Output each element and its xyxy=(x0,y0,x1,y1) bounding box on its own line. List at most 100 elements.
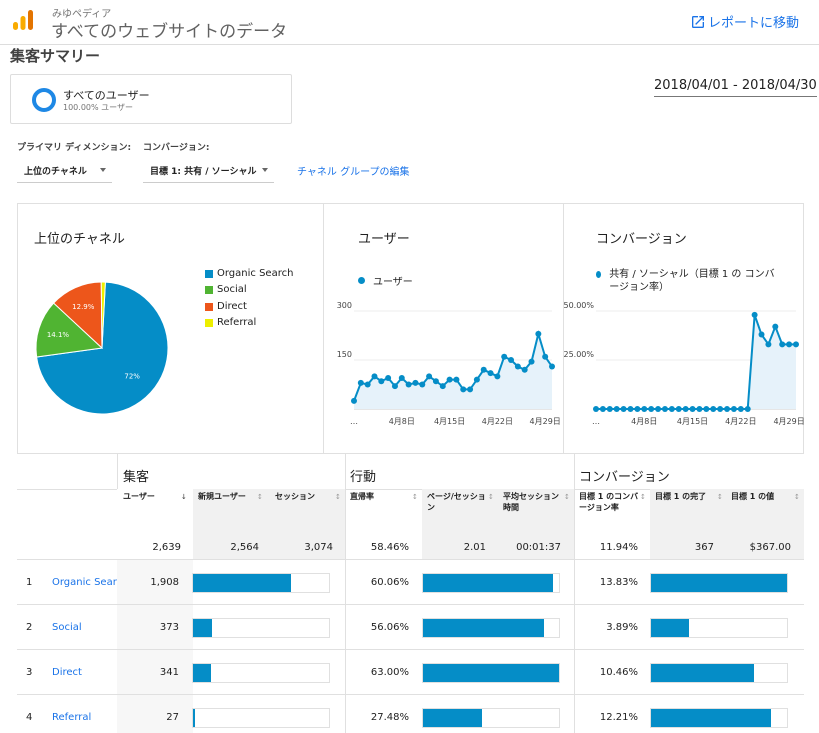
data-point[interactable] xyxy=(724,406,731,412)
data-point[interactable] xyxy=(549,363,555,370)
data-point[interactable] xyxy=(508,357,515,363)
data-point[interactable] xyxy=(606,406,613,412)
data-point[interactable] xyxy=(378,378,385,385)
data-point[interactable] xyxy=(439,383,446,390)
data-point[interactable] xyxy=(398,374,405,381)
date-range-picker[interactable]: 2018/04/01 - 2018/04/30 xyxy=(654,78,817,97)
col-header-goal-completions[interactable]: 目標 1 の完了 xyxy=(655,491,713,502)
legend-item-social[interactable]: Social xyxy=(205,284,247,295)
data-point[interactable] xyxy=(501,353,508,360)
data-point[interactable] xyxy=(446,376,453,383)
data-point[interactable] xyxy=(627,406,634,412)
data-point[interactable] xyxy=(772,323,779,330)
col-header-sessions[interactable]: セッション xyxy=(275,491,335,502)
data-point[interactable] xyxy=(668,406,675,412)
data-point[interactable] xyxy=(689,406,696,412)
data-point[interactable] xyxy=(744,406,751,412)
data-point[interactable] xyxy=(786,341,793,348)
data-point[interactable] xyxy=(641,406,648,412)
data-point[interactable] xyxy=(487,370,494,377)
data-point[interactable] xyxy=(460,386,467,393)
data-point[interactable] xyxy=(599,406,606,412)
analytics-logo-icon[interactable] xyxy=(12,9,34,31)
sort-icon[interactable]: ↕ xyxy=(794,493,800,501)
col-header-avg-session-duration[interactable]: 平均セッション時間 xyxy=(503,491,563,513)
data-point[interactable] xyxy=(514,363,521,370)
data-point[interactable] xyxy=(655,406,662,412)
data-point[interactable] xyxy=(419,381,426,388)
data-point[interactable] xyxy=(751,311,758,318)
data-point[interactable] xyxy=(521,366,528,373)
data-point[interactable] xyxy=(613,406,620,412)
col-header-pages-per-session[interactable]: ページ/セッション xyxy=(427,491,487,513)
primary-dimension-select[interactable]: 上位のチャネル xyxy=(17,159,112,183)
open-in-new-icon xyxy=(692,15,704,28)
data-point[interactable] xyxy=(717,406,724,412)
legend-item-direct[interactable]: Direct xyxy=(205,301,247,312)
data-point[interactable] xyxy=(593,406,599,412)
data-point[interactable] xyxy=(535,330,542,337)
sort-desc-icon[interactable]: ↓ xyxy=(181,493,187,501)
data-point[interactable] xyxy=(696,406,703,412)
data-point[interactable] xyxy=(480,366,487,373)
data-point[interactable] xyxy=(426,373,433,380)
sort-icon[interactable]: ↕ xyxy=(488,493,494,501)
data-point[interactable] xyxy=(364,381,371,388)
data-point[interactable] xyxy=(648,406,655,412)
data-point[interactable] xyxy=(357,379,364,386)
pie-chart[interactable]: 72% 14.1% 12.9% xyxy=(18,264,178,424)
sort-icon[interactable]: ↕ xyxy=(335,493,341,501)
users-line-chart[interactable]: 150 300 … 4月8日 4月15日 4月22日 4月29日 xyxy=(328,299,561,434)
data-point[interactable] xyxy=(494,373,501,380)
data-point[interactable] xyxy=(620,406,627,412)
data-point[interactable] xyxy=(412,379,419,386)
data-point[interactable] xyxy=(432,378,439,385)
users-legend[interactable]: ユーザー xyxy=(358,273,413,288)
edit-channel-group-link[interactable]: チャネル グループの編集 xyxy=(297,163,409,178)
sort-icon[interactable]: ↕ xyxy=(640,493,646,501)
data-point[interactable] xyxy=(682,406,689,412)
col-header-bounce-rate[interactable]: 直帰率 xyxy=(350,491,410,502)
data-point[interactable] xyxy=(467,386,474,393)
conversion-select[interactable]: 目標 1: 共有 / ソーシャル xyxy=(143,159,274,183)
data-point[interactable] xyxy=(765,341,772,348)
legend-item-organic-search[interactable]: Organic Search xyxy=(205,268,293,279)
sort-icon[interactable]: ↕ xyxy=(257,493,263,501)
data-point[interactable] xyxy=(371,373,378,380)
data-point[interactable] xyxy=(391,383,398,390)
data-point[interactable] xyxy=(730,406,737,412)
conversion-legend[interactable]: 共有 / ソーシャル（目標 1 の コンバージョン率） xyxy=(596,268,776,294)
channel-link[interactable]: Social xyxy=(52,622,117,633)
data-point[interactable] xyxy=(661,406,668,412)
data-point[interactable] xyxy=(528,358,535,365)
data-point[interactable] xyxy=(675,406,682,412)
data-point[interactable] xyxy=(385,374,392,381)
data-point[interactable] xyxy=(453,376,460,383)
view-selector[interactable]: すべてのウェブサイトのデータ xyxy=(51,17,287,42)
data-point[interactable] xyxy=(542,353,549,360)
legend-item-referral[interactable]: Referral xyxy=(205,317,256,328)
data-point[interactable] xyxy=(351,397,357,404)
sort-icon[interactable]: ↕ xyxy=(564,493,570,501)
col-header-users[interactable]: ユーザー xyxy=(123,491,183,502)
conversion-line-chart[interactable]: 25.00% 50.00% … 4月8日 4月15日 4月22日 4月29日 xyxy=(563,299,804,434)
channel-link[interactable]: Direct xyxy=(52,667,117,678)
segment-card[interactable]: すべてのユーザー 100.00% ユーザー xyxy=(10,74,292,124)
data-point[interactable] xyxy=(634,406,641,412)
channel-link[interactable]: Organic Search xyxy=(52,577,117,588)
sort-icon[interactable]: ↕ xyxy=(412,493,418,501)
data-point[interactable] xyxy=(405,381,412,388)
col-header-goal-conversion-rate[interactable]: 目標 1 のコンバージョン率 xyxy=(579,491,639,513)
data-point[interactable] xyxy=(793,341,799,348)
data-point[interactable] xyxy=(737,406,744,412)
channel-link[interactable]: Referral xyxy=(52,712,117,723)
data-point[interactable] xyxy=(473,376,480,383)
sort-icon[interactable]: ↕ xyxy=(717,493,723,501)
col-header-new-users[interactable]: 新規ユーザー xyxy=(198,491,256,502)
data-point[interactable] xyxy=(703,406,710,412)
goto-report-link[interactable]: レポートに移動 xyxy=(690,12,799,31)
col-header-goal-value[interactable]: 目標 1 の値 xyxy=(731,491,791,502)
data-point[interactable] xyxy=(779,341,786,348)
data-point[interactable] xyxy=(758,331,765,338)
data-point[interactable] xyxy=(710,406,717,412)
